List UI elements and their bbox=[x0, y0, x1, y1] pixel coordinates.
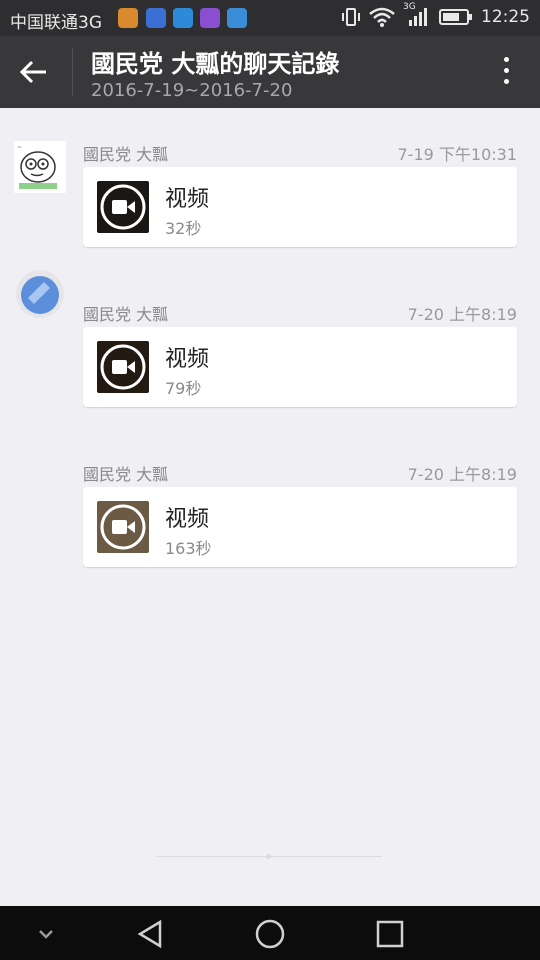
message-type-label: 视频 bbox=[165, 187, 210, 212]
message-time: 7-19 下午10:31 bbox=[397, 145, 517, 164]
video-camera-icon bbox=[100, 504, 146, 550]
notification-app-icon bbox=[173, 8, 193, 28]
carrier-label: 中国联通3G bbox=[10, 13, 102, 33]
nav-back-button[interactable] bbox=[134, 918, 166, 950]
sender-name: 國民党 大瓢 bbox=[83, 465, 169, 484]
back-arrow-icon bbox=[19, 60, 46, 84]
notification-app-icon bbox=[200, 8, 220, 28]
signal-icon bbox=[409, 8, 427, 26]
more-dots-icon bbox=[503, 57, 509, 62]
video-duration: 32秒 bbox=[165, 219, 202, 238]
sender-avatar[interactable] bbox=[14, 268, 66, 320]
square-recents-icon bbox=[376, 920, 404, 948]
sender-name: 國民党 大瓢 bbox=[83, 305, 169, 324]
video-camera-icon bbox=[100, 184, 146, 230]
back-button[interactable] bbox=[18, 56, 58, 88]
system-nav-bar bbox=[0, 906, 540, 960]
svg-text:~: ~ bbox=[17, 144, 22, 151]
more-options-button[interactable] bbox=[502, 54, 510, 90]
vibrate-icon bbox=[342, 8, 360, 26]
app-bar: 國民党 大瓢的聊天記錄 2016-7-19~2016-7-20 bbox=[0, 36, 540, 108]
page-title: 國民党 大瓢的聊天記錄 bbox=[91, 50, 340, 78]
video-duration: 163秒 bbox=[165, 539, 212, 558]
video-thumbnail bbox=[97, 181, 149, 233]
video-camera-icon bbox=[100, 344, 146, 390]
video-thumbnail bbox=[97, 501, 149, 553]
message-time: 7-20 上午8:19 bbox=[407, 465, 517, 484]
video-message-card[interactable]: 视频 163秒 bbox=[83, 487, 517, 567]
triangle-back-icon bbox=[137, 919, 162, 949]
date-range: 2016-7-19~2016-7-20 bbox=[91, 80, 293, 101]
video-duration: 79秒 bbox=[165, 379, 202, 398]
sender-name: 國民党 大瓢 bbox=[83, 145, 169, 164]
status-bar: 中国联通3G 3G 12:25 bbox=[0, 0, 540, 36]
video-message-card[interactable]: 视频 32秒 bbox=[83, 167, 517, 247]
nav-home-button[interactable] bbox=[254, 918, 286, 950]
message-type-label: 视频 bbox=[165, 347, 210, 372]
nav-recents-button[interactable] bbox=[374, 918, 406, 950]
nav-collapse-button[interactable] bbox=[30, 918, 62, 950]
blue-avatar-icon bbox=[16, 270, 64, 318]
scroll-indicator-dot bbox=[266, 854, 271, 859]
circle-home-icon bbox=[255, 919, 285, 949]
video-message-card[interactable]: 视频 79秒 bbox=[83, 327, 517, 407]
battery-icon bbox=[439, 9, 472, 25]
message-type-label: 视频 bbox=[165, 507, 210, 532]
video-thumbnail bbox=[97, 341, 149, 393]
cartoon-avatar-icon: ~ bbox=[14, 141, 66, 193]
notification-app-icon bbox=[118, 8, 138, 28]
header-divider bbox=[72, 48, 73, 96]
clock: 12:25 bbox=[481, 7, 530, 27]
chevron-down-icon bbox=[39, 930, 53, 939]
wifi-icon bbox=[369, 7, 395, 27]
notification-app-icon bbox=[146, 8, 166, 28]
notification-app-icon bbox=[227, 8, 247, 28]
message-time: 7-20 上午8:19 bbox=[407, 305, 517, 324]
sender-avatar[interactable]: ~ bbox=[14, 141, 66, 193]
